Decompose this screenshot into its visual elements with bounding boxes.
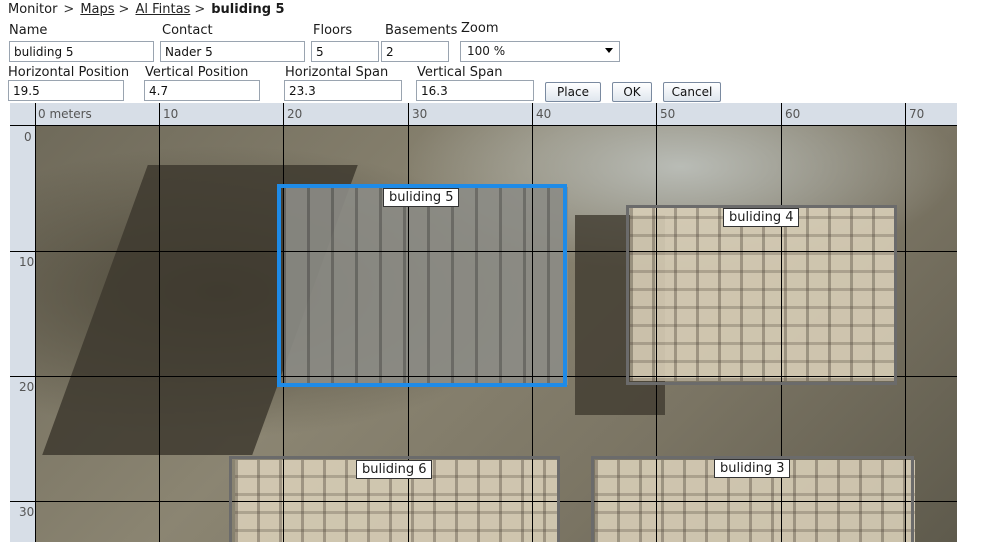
- breadcrumb-site-link[interactable]: Al Fintas: [135, 2, 190, 17]
- grid-line: [35, 103, 36, 542]
- y-tick-label: 30: [19, 505, 35, 519]
- horizontal-span-input[interactable]: [284, 80, 402, 101]
- basements-input[interactable]: [381, 41, 449, 62]
- x-tick-label: 20: [287, 107, 303, 121]
- ok-button[interactable]: OK: [612, 82, 652, 102]
- x-tick-label: 30: [412, 107, 428, 121]
- horizontal-ruler: [10, 103, 957, 125]
- breadcrumb: Monitor > Maps > Al Fintas > buliding 5: [8, 2, 287, 17]
- building-outline-selected[interactable]: [277, 184, 567, 387]
- horizontal-position-input[interactable]: [8, 80, 124, 101]
- contact-input[interactable]: [160, 41, 305, 62]
- x-tick-label: 50: [660, 107, 676, 121]
- zoom-label: Zoom: [461, 21, 499, 36]
- floors-label: Floors: [313, 23, 353, 38]
- grid-line: [10, 125, 957, 126]
- place-button[interactable]: Place: [545, 82, 601, 102]
- x-tick-label: 10: [163, 107, 179, 121]
- basements-label: Basements: [385, 23, 458, 38]
- vertical-ruler: [10, 125, 35, 542]
- breadcrumb-separator: >: [194, 2, 206, 17]
- horizontal-span-label: Horizontal Span: [285, 65, 389, 80]
- x-tick-label: 0 meters: [38, 107, 92, 121]
- zoom-select-value: 100 %: [467, 44, 506, 58]
- breadcrumb-separator: >: [63, 2, 75, 17]
- chevron-down-icon: [605, 48, 613, 53]
- building-label[interactable]: buliding 3: [714, 459, 791, 478]
- floors-input[interactable]: [311, 41, 379, 62]
- building-label[interactable]: buliding 6: [356, 460, 433, 479]
- building-label[interactable]: buliding 4: [723, 208, 800, 227]
- y-tick-label: 20: [19, 380, 35, 394]
- breadcrumb-separator: >: [118, 2, 130, 17]
- breadcrumb-current: buliding 5: [211, 2, 285, 17]
- x-tick-label: 70: [909, 107, 925, 121]
- cancel-button[interactable]: Cancel: [663, 82, 721, 102]
- y-tick-label: 0: [24, 130, 32, 144]
- vertical-position-label: Vertical Position: [145, 65, 249, 80]
- breadcrumb-maps-link[interactable]: Maps: [80, 2, 114, 17]
- horizontal-position-label: Horizontal Position: [8, 65, 130, 80]
- y-tick-label: 10: [19, 255, 35, 269]
- building-outline[interactable]: [626, 205, 897, 385]
- site-map[interactable]: 0 meters 10 20 30 40 50 60 70 0 10 20 30…: [10, 103, 957, 542]
- contact-label: Contact: [162, 23, 213, 38]
- vertical-span-input[interactable]: [416, 80, 534, 101]
- breadcrumb-monitor: Monitor: [8, 2, 58, 17]
- x-tick-label: 60: [785, 107, 801, 121]
- name-label: Name: [9, 23, 48, 38]
- zoom-select[interactable]: 100 %: [460, 41, 620, 62]
- name-input[interactable]: [9, 41, 154, 62]
- grid-line: [159, 103, 160, 542]
- vertical-span-label: Vertical Span: [417, 65, 503, 80]
- building-label[interactable]: buliding 5: [383, 188, 460, 207]
- vertical-position-input[interactable]: [144, 80, 260, 101]
- x-tick-label: 40: [536, 107, 552, 121]
